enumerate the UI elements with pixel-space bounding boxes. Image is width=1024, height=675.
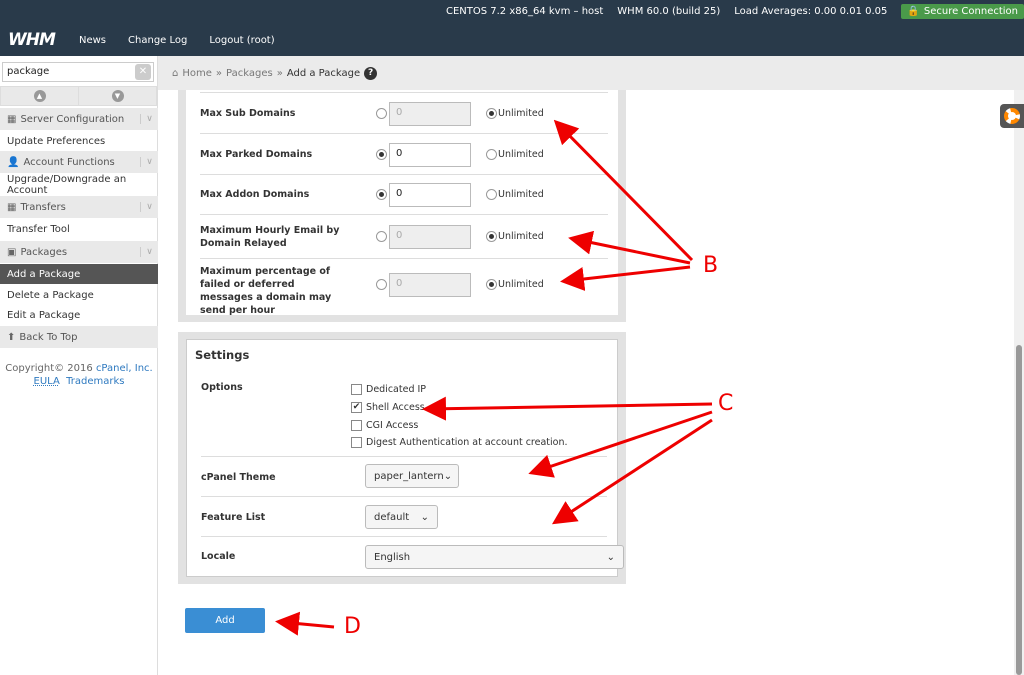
annotation-c: C [718, 391, 734, 416]
arrow-b-2 [568, 230, 691, 265]
arrow-c-2 [528, 410, 713, 478]
annotation-arrows [275, 119, 713, 636]
annotation-b: B [703, 253, 719, 278]
arrow-c-3 [551, 418, 713, 525]
annotation-d: D [344, 614, 361, 639]
arrow-b-3 [560, 265, 691, 291]
arrow-d [275, 611, 335, 636]
arrow-c-1 [422, 396, 713, 421]
